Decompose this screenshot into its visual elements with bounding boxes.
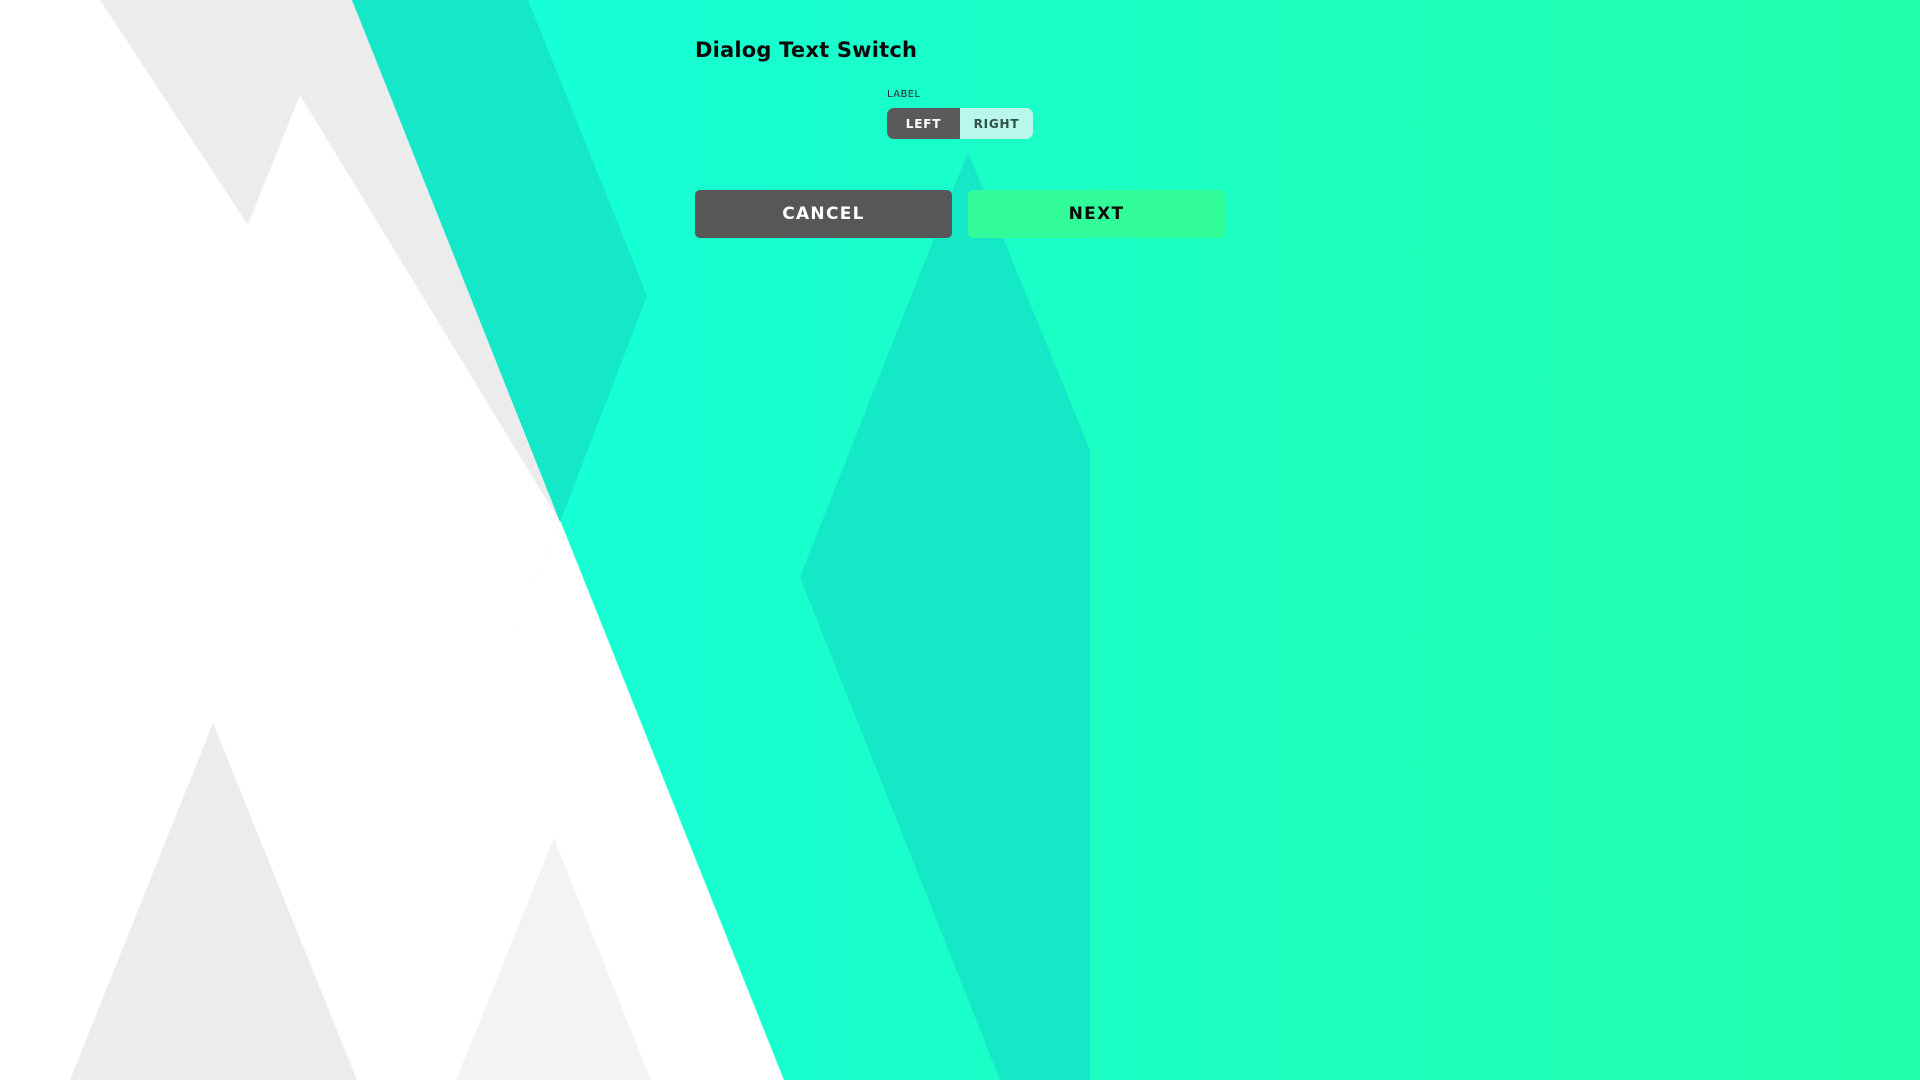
background-shapes (0, 0, 1920, 1080)
cancel-button[interactable]: CANCEL (695, 190, 952, 238)
text-switch-label: LABEL (887, 89, 921, 100)
text-switch-group: LABEL LEFT RIGHT (887, 89, 1033, 139)
switch-option-right[interactable]: RIGHT (960, 108, 1033, 139)
dialog-title: Dialog Text Switch (695, 38, 918, 62)
next-button[interactable]: NEXT (968, 190, 1225, 238)
text-switch[interactable]: LEFT RIGHT (887, 108, 1033, 139)
switch-option-left[interactable]: LEFT (887, 108, 960, 139)
